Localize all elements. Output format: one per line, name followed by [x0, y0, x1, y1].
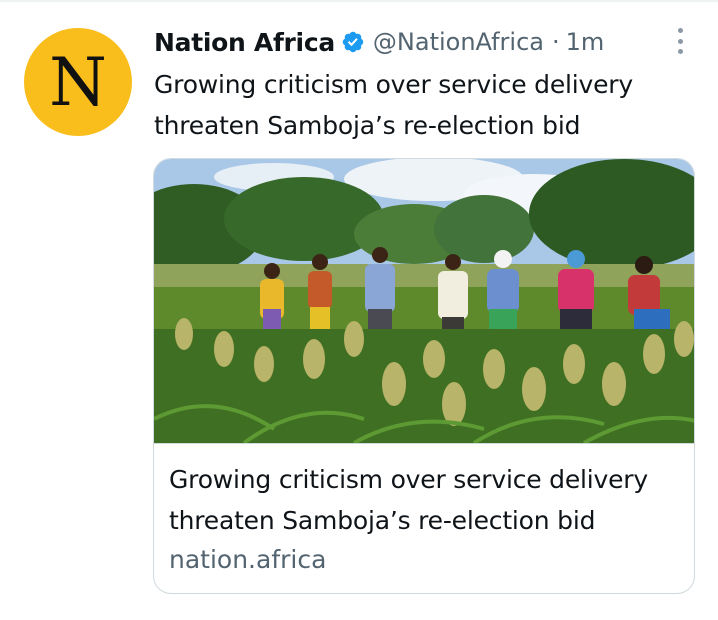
card-image[interactable] [154, 159, 695, 443]
top-divider [0, 0, 718, 2]
card-title[interactable]: Growing criticism over service delivery … [169, 459, 684, 541]
tweet-header: Nation Africa @NationAfrica · 1m [154, 26, 604, 58]
more-dot [677, 28, 683, 33]
verified-badge-icon [342, 31, 364, 53]
card-divider [154, 443, 694, 444]
account-name[interactable]: Nation Africa [154, 28, 335, 57]
avatar-letter: N [49, 44, 107, 121]
card-domain[interactable]: nation.africa [169, 543, 326, 577]
more-options-icon[interactable] [672, 26, 688, 56]
account-handle[interactable]: @NationAfrica [373, 28, 544, 56]
more-dot [677, 49, 683, 54]
timestamp[interactable]: 1m [566, 28, 605, 56]
avatar[interactable]: N [24, 28, 132, 136]
tweet-text: Growing criticism over service delivery … [154, 70, 633, 140]
separator-dot: · [552, 28, 560, 56]
more-dot [677, 38, 683, 44]
link-card[interactable]: Growing criticism over service delivery … [153, 158, 695, 594]
